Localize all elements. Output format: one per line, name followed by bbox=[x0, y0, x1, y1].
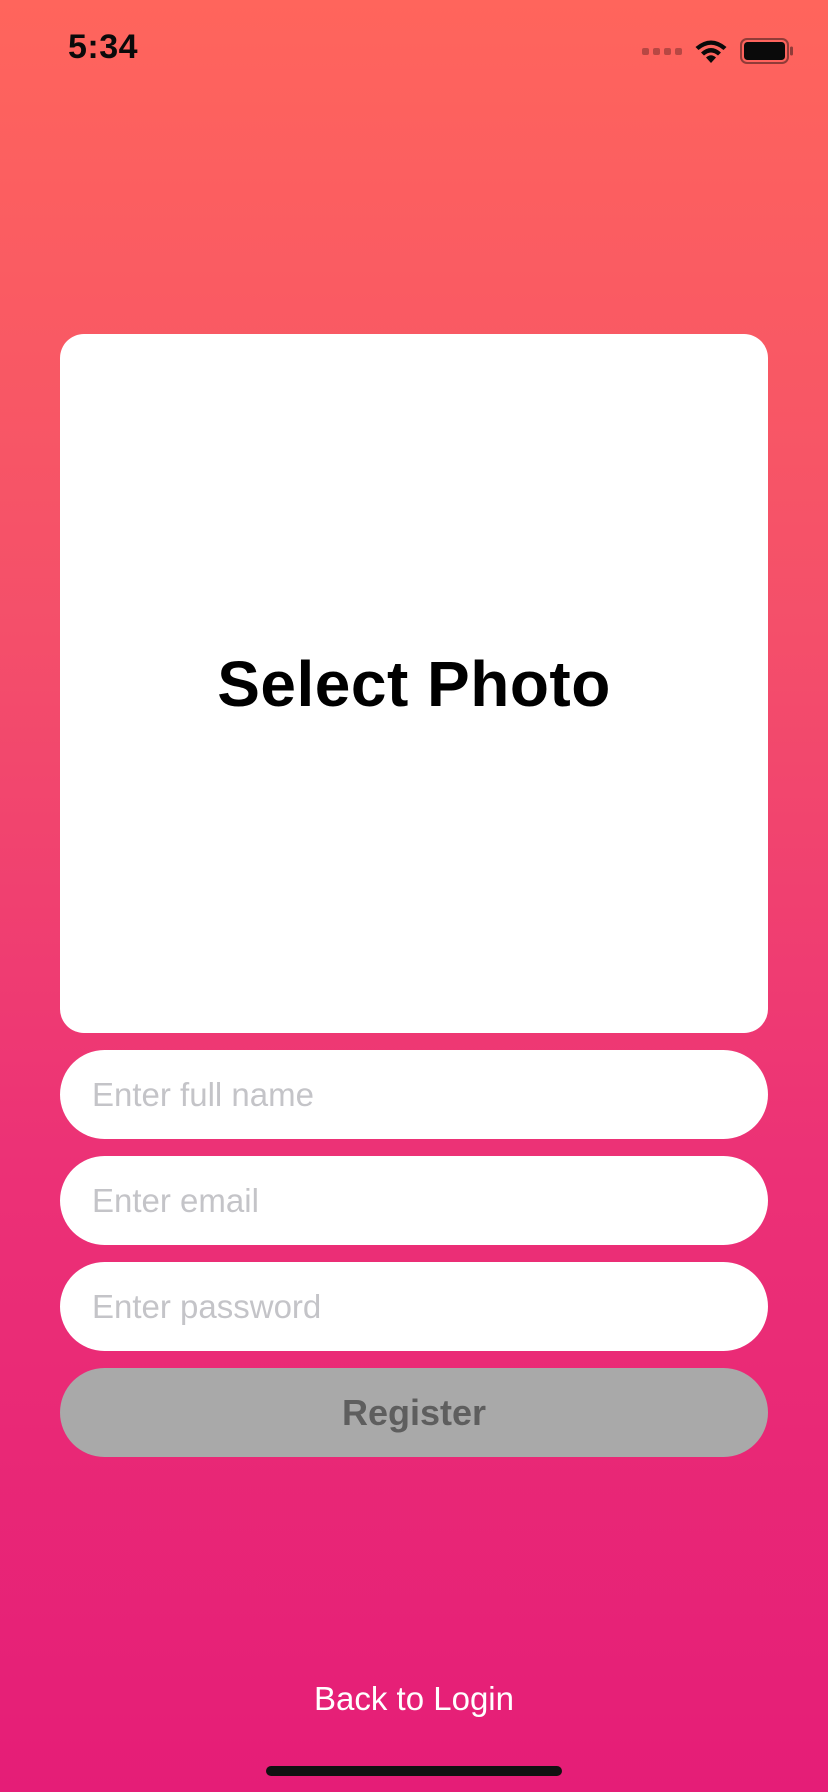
battery-icon bbox=[740, 38, 793, 64]
home-indicator bbox=[266, 1766, 562, 1776]
register-button[interactable]: Register bbox=[60, 1368, 768, 1457]
wifi-icon bbox=[695, 40, 727, 63]
status-icons bbox=[642, 36, 794, 66]
password-input[interactable] bbox=[60, 1262, 768, 1351]
full-name-input[interactable] bbox=[60, 1050, 768, 1139]
select-photo-label: Select Photo bbox=[217, 647, 611, 720]
email-input[interactable] bbox=[60, 1156, 768, 1245]
status-time: 5:34 bbox=[68, 28, 139, 66]
select-photo-button[interactable]: Select Photo bbox=[60, 334, 768, 1033]
status-bar: 5:34 bbox=[0, 0, 828, 100]
cellular-signal-icon bbox=[642, 47, 682, 55]
back-to-login-button[interactable]: Back to Login bbox=[0, 1680, 828, 1718]
